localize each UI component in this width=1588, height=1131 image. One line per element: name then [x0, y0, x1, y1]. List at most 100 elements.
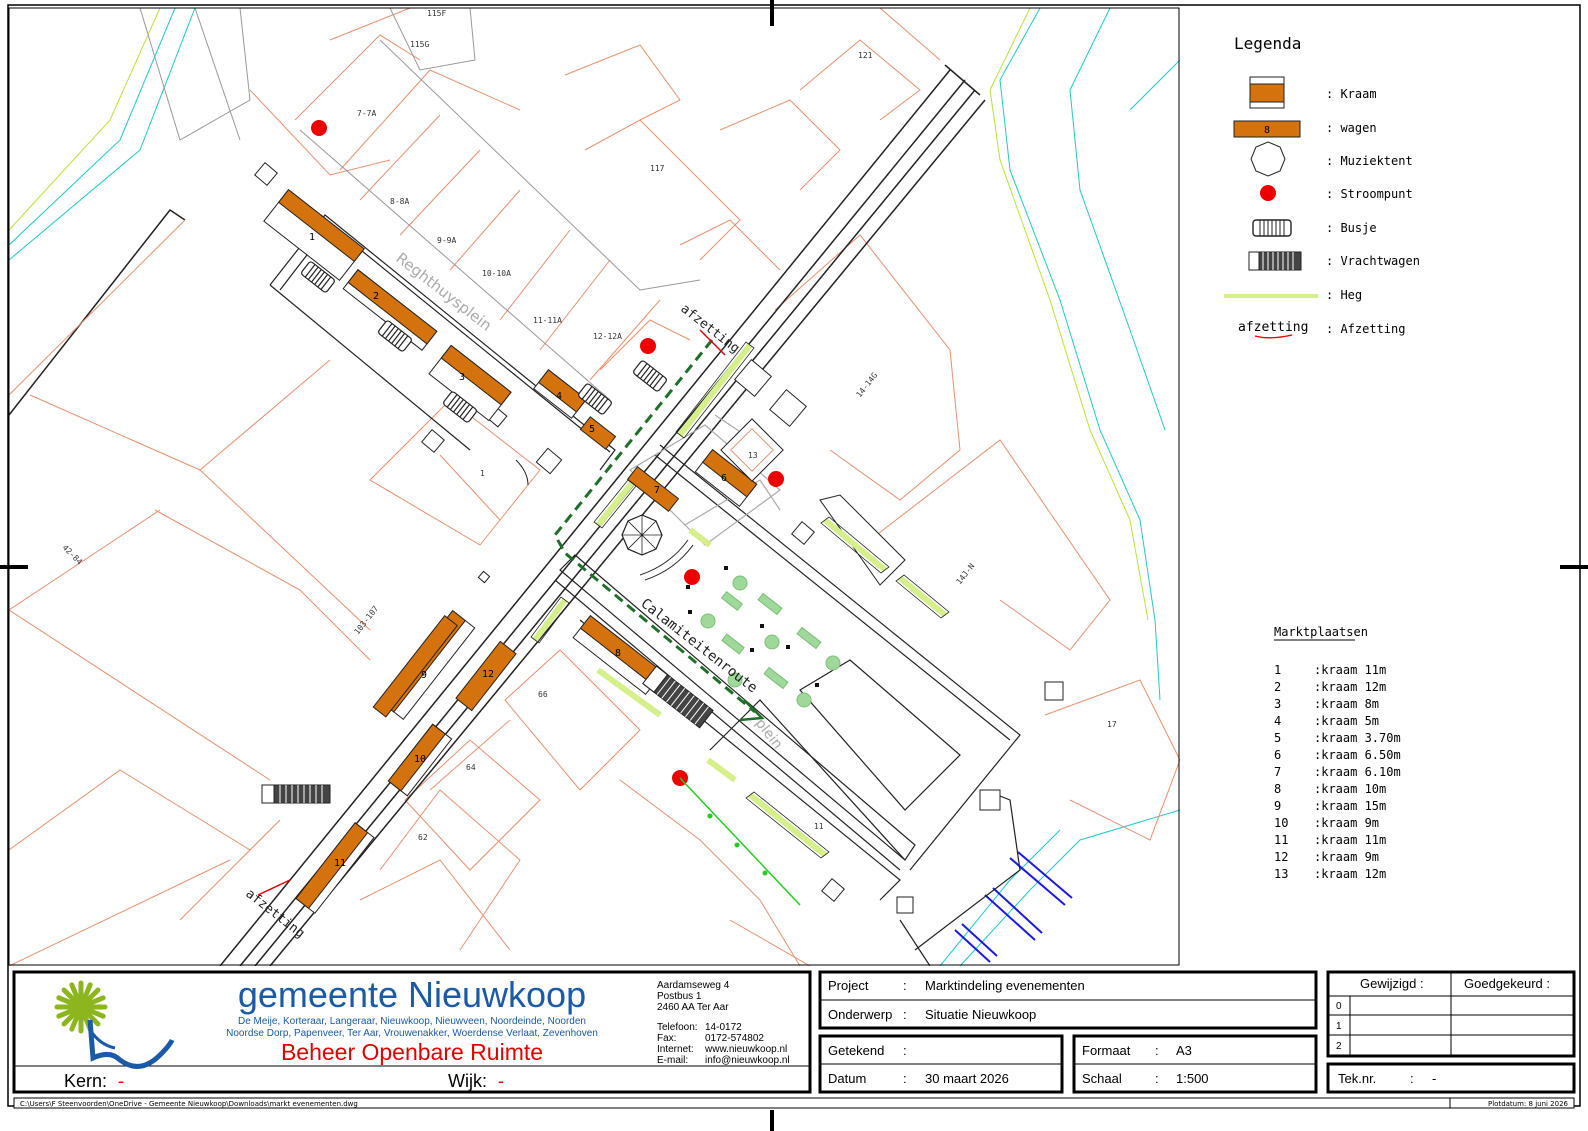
legend-label-heg: : Heg [1326, 288, 1362, 302]
marktplaats-description: :kraam 12m [1314, 867, 1386, 881]
marktplaats-number: 3 [1274, 697, 1281, 711]
site-map: 1 2 3 4 5 6 7 8 9 10 11 12 Reghthuysplei… [9, 8, 1180, 966]
teknr-label: Tek.nr. [1338, 1071, 1376, 1086]
drawing-sheet: 1 2 3 4 5 6 7 8 9 10 11 12 Reghthuysplei… [0, 0, 1588, 1131]
stall-label-4: 4 [556, 391, 562, 402]
marktplaats-number: 9 [1274, 799, 1281, 813]
marktplaatsen-title: Marktplaatsen [1274, 625, 1368, 639]
email-label: E-mail: [657, 1055, 688, 1066]
parcel-label: 7-7A [357, 109, 376, 118]
parcel-label: 12-12A [593, 332, 622, 341]
marktplaats-description: :kraam 10m [1314, 782, 1386, 796]
svg-text::: : [903, 1071, 907, 1086]
plein-outline [554, 444, 1021, 966]
legend-symbol-vrachtwagen [1248, 251, 1302, 271]
legend-label-stroompunt: : Stroompunt [1326, 187, 1413, 201]
legend-label-vrachtwagen: : Vrachtwagen [1326, 254, 1420, 268]
onderwerp-value: Situatie Nieuwkoop [925, 1007, 1036, 1022]
marktplaats-number: 13 [1274, 867, 1288, 881]
afzetting-line-bottom [257, 879, 291, 896]
marktplaats-description: :kraam 6.50m [1314, 748, 1401, 762]
marktplaats-description: :kraam 12m [1314, 680, 1386, 694]
legend-label-busje: : Busje [1326, 221, 1377, 235]
legend-symbol-kraam [1249, 76, 1285, 109]
stall-label-11: 11 [334, 858, 346, 869]
marktplaats-description: :kraam 3.70m [1314, 731, 1401, 745]
hedge-planter [819, 494, 906, 586]
gewijzigd-header: Gewijzigd : [1360, 976, 1424, 991]
wijk-label: Wijk: [448, 1071, 487, 1091]
busje-icon [578, 383, 612, 415]
marktplaats-number: 5 [1274, 731, 1281, 745]
parcel-label: 11 [814, 822, 824, 831]
marktplaats-number: 8 [1274, 782, 1281, 796]
formaat-label: Formaat [1082, 1043, 1131, 1058]
internet-label: Internet: [657, 1044, 694, 1055]
legend-symbol-muziektent [1250, 141, 1286, 177]
org-name: gemeente Nieuwkoop [238, 974, 586, 1015]
marktplaats-description: :kraam 9m [1314, 816, 1379, 830]
parcel-label: 11-11A [533, 316, 562, 325]
revision-number: 0 [1336, 1001, 1342, 1012]
parcel-label: 14-14G [854, 371, 879, 399]
ditch-lines [9, 8, 1149, 621]
marktplaats-description: :kraam 5m [1314, 714, 1379, 728]
marktplaats-number: 11 [1274, 833, 1288, 847]
muziektent-icon [621, 514, 663, 556]
parcel-label: 8-8A [390, 197, 409, 206]
phone-value: 14-0172 [705, 1022, 742, 1033]
revision-number: 2 [1336, 1041, 1342, 1052]
email-link: info@nieuwkoop.nl [705, 1055, 790, 1066]
marktplaats-description: :kraam 15m [1314, 799, 1386, 813]
title-block: gemeente Nieuwkoop De Meije, Korteraar, … [12, 970, 1576, 1109]
wijk-value: - [498, 1071, 504, 1091]
svg-text::: : [903, 978, 907, 993]
legend-label-kraam: : Kraam [1326, 87, 1377, 101]
legend-symbol-wagen: 8 [1233, 120, 1301, 138]
marktplaatsen-table: Marktplaatsen 1:kraam 11m 2:kraam 12m 3:kr… [1274, 625, 1401, 881]
map-frame [8, 7, 1180, 966]
trees [700, 575, 841, 708]
stall-label-2: 2 [373, 291, 379, 302]
stall-5 [579, 416, 617, 450]
busje-icon [633, 360, 667, 392]
goedgekeurd-header: Goedgekeurd : [1464, 976, 1550, 991]
stall-label-8: 8 [615, 648, 621, 659]
market-stalls [263, 188, 758, 914]
datum-label: Datum [828, 1071, 866, 1086]
legend-symbol-busje [1252, 219, 1292, 237]
marktplaats-number: 10 [1274, 816, 1288, 830]
parcel-label: 117 [650, 164, 665, 173]
truck-icon [261, 784, 331, 804]
stroompunt-icon [684, 569, 700, 585]
stall-label-5: 5 [589, 424, 595, 435]
afzetting-label-top: afzetting [678, 301, 743, 356]
parcel-label: 17 [1107, 720, 1117, 729]
marktplaats-number: 7 [1274, 765, 1281, 779]
marktplaats-description: :kraam 8m [1314, 697, 1379, 711]
fax-value: 0172-574802 [705, 1033, 764, 1044]
sheet-border [7, 4, 1581, 1107]
parcel-label: 10-10A [482, 269, 511, 278]
registration-marks [0, 0, 1588, 1131]
svg-text:8: 8 [1264, 125, 1270, 136]
svg-text::: : [1155, 1043, 1159, 1058]
fax-label: Fax: [657, 1033, 676, 1044]
datum-value: 30 maart 2026 [925, 1071, 1009, 1086]
stall-label-10: 10 [414, 754, 426, 765]
marktplaats-description: :kraam 11m [1314, 663, 1386, 677]
org-villages-line-1: De Meije, Korteraar, Langeraar, Nieuwkoo… [238, 1016, 586, 1027]
stroompunt-icon [640, 338, 656, 354]
parcel-label: 14J-N [954, 562, 976, 587]
parcel-label: 13 [748, 451, 758, 460]
parcel-label: 1 [480, 469, 485, 478]
marktplaats-number: 6 [1274, 748, 1281, 762]
cable-line [679, 777, 801, 906]
department-name: Beheer Openbare Ruimte [281, 1039, 543, 1065]
svg-text::: : [1410, 1071, 1414, 1086]
legend-label-muziektent: : Muziektent [1326, 154, 1413, 168]
plot-date: Plotdatum: 8 juni 2026 [1488, 1100, 1569, 1108]
kern-value: - [118, 1071, 124, 1091]
stroompunt-icon [768, 471, 784, 487]
marktplaats-number: 1 [1274, 663, 1281, 677]
